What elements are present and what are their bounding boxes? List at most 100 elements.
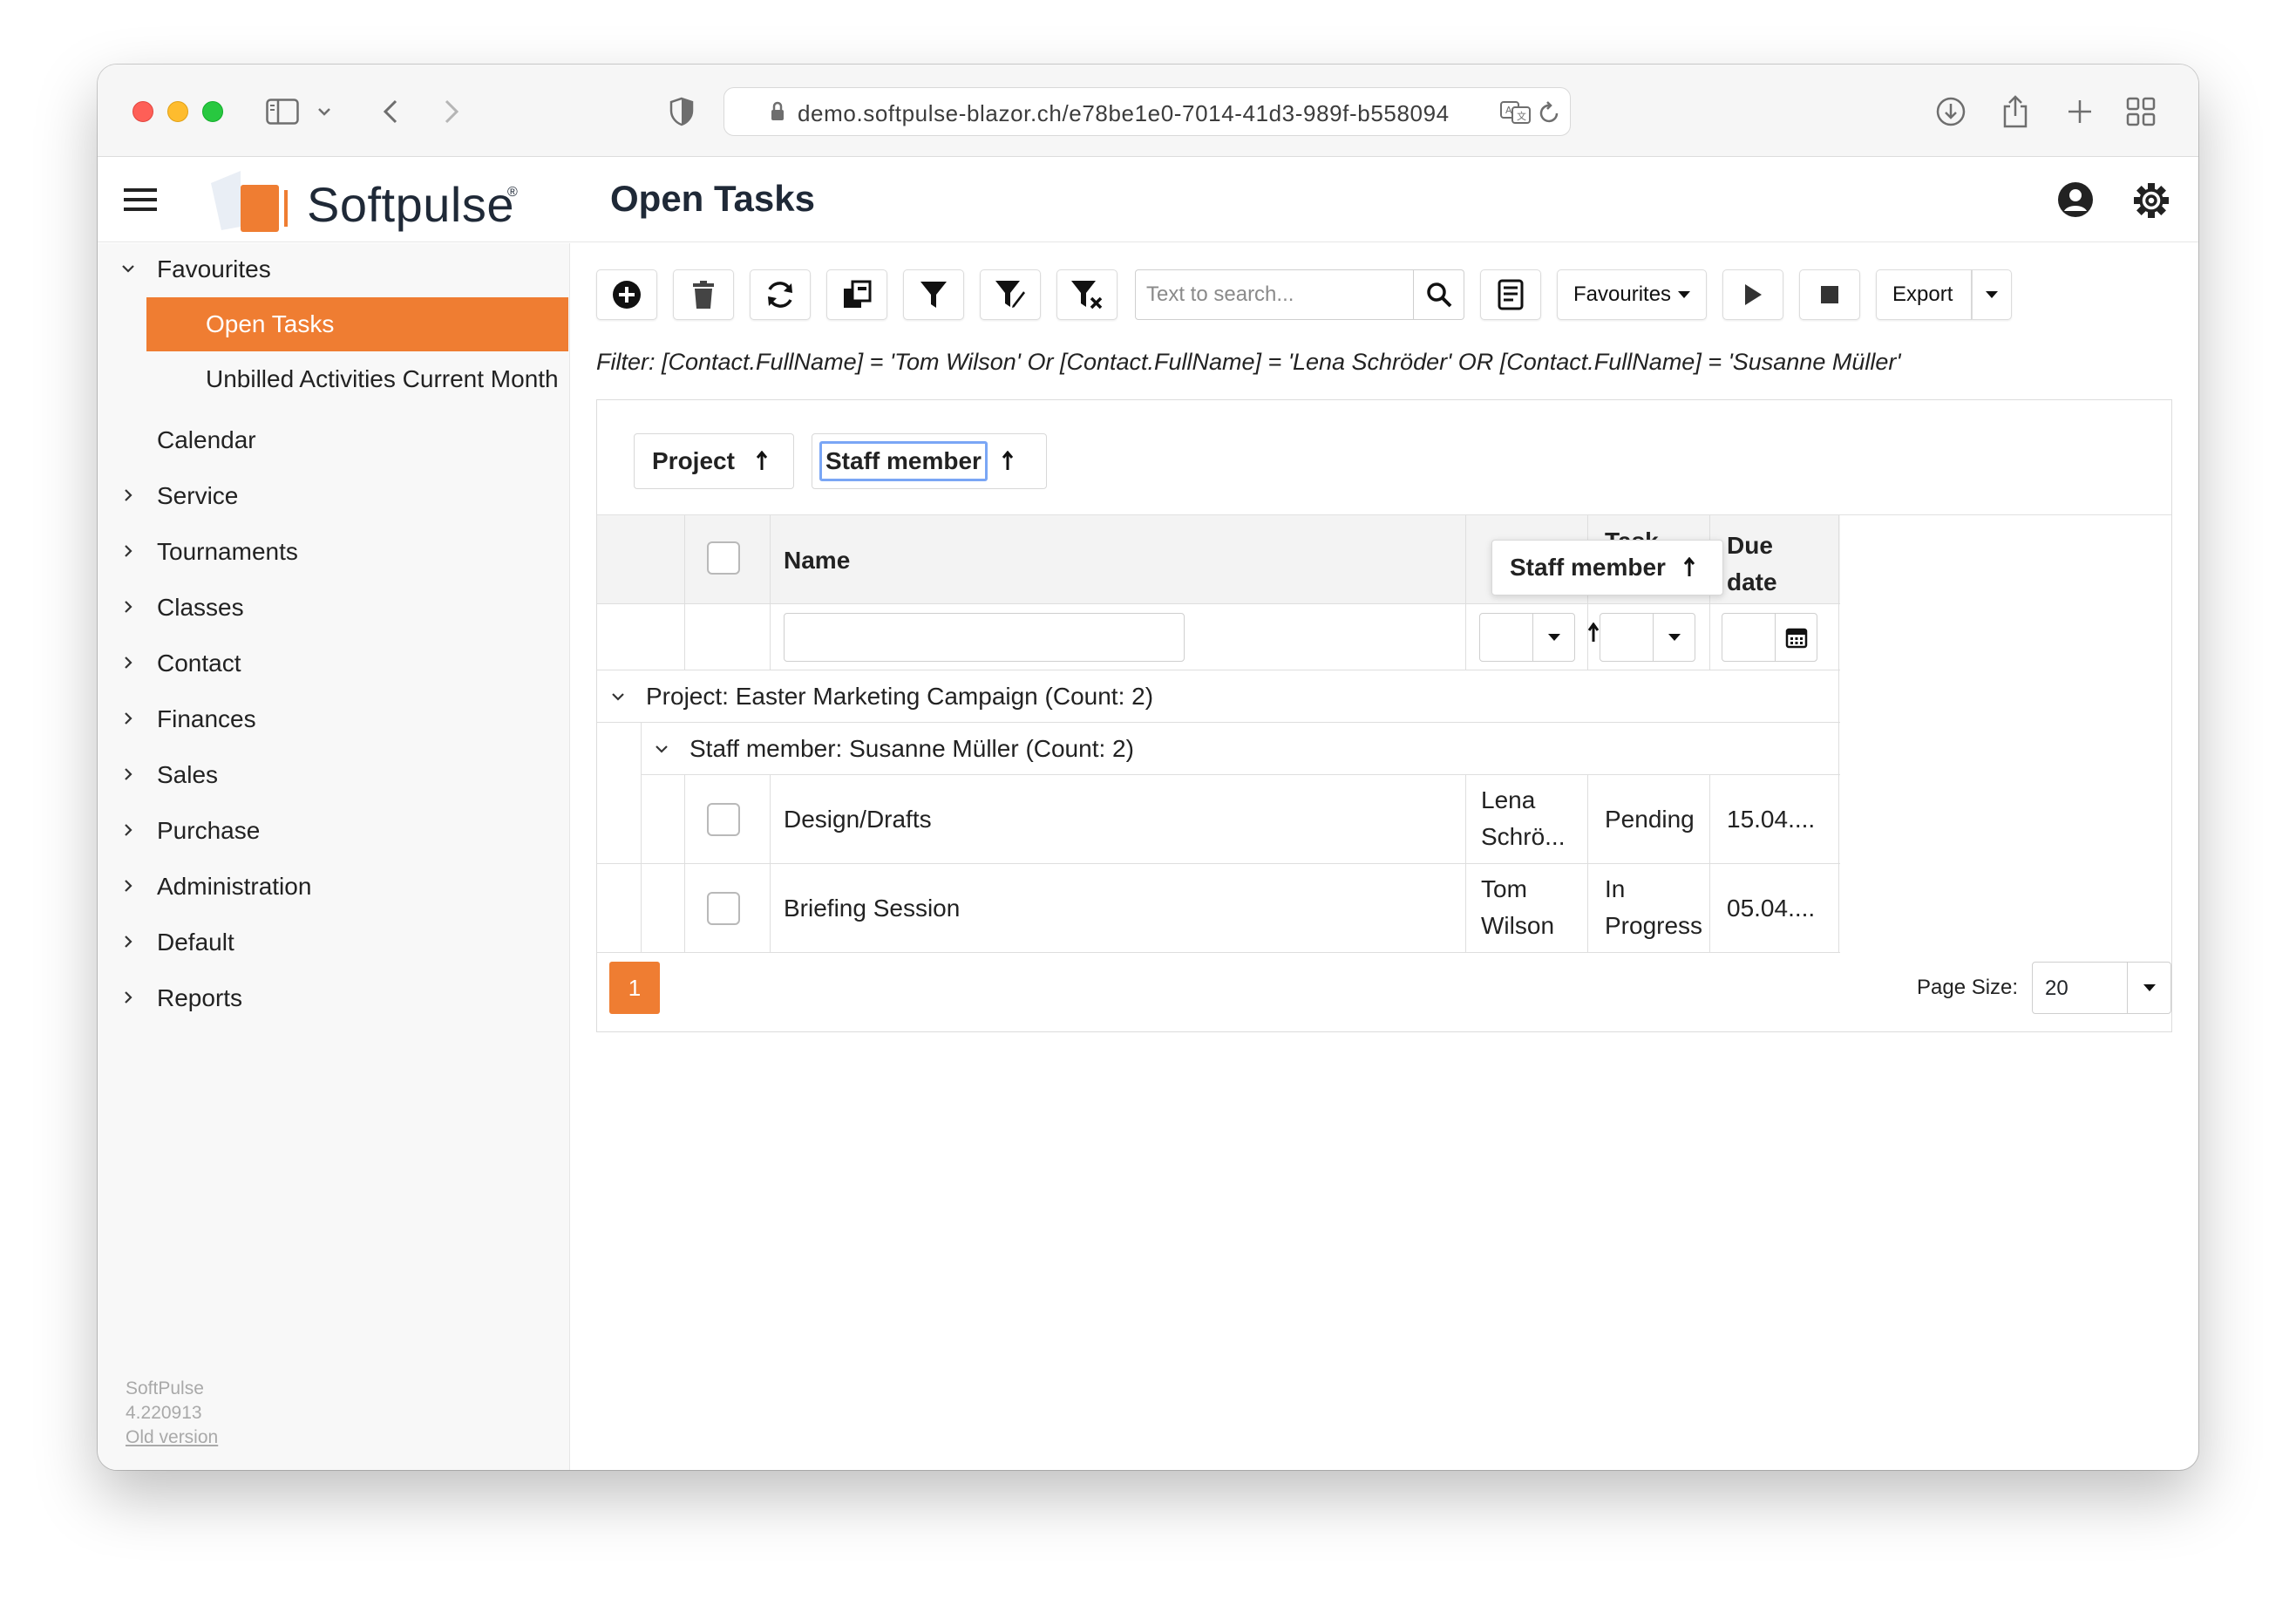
close-window-button[interactable] bbox=[132, 101, 153, 122]
chevron-right-icon bbox=[117, 707, 139, 730]
reload-icon[interactable] bbox=[1539, 100, 1561, 129]
column-header-name[interactable]: Name bbox=[784, 547, 850, 575]
search-button[interactable] bbox=[1414, 269, 1464, 320]
sidebar-item-purchase[interactable]: Purchase bbox=[98, 805, 570, 857]
stop-button[interactable] bbox=[1799, 269, 1860, 320]
shield-icon[interactable] bbox=[664, 91, 699, 133]
staff-line2: Wilson bbox=[1481, 912, 1555, 939]
filter-clear-icon bbox=[1071, 281, 1103, 310]
minimize-window-button[interactable] bbox=[167, 101, 188, 122]
group-row-project[interactable]: Project: Easter Marketing Campaign (Coun… bbox=[597, 670, 1840, 723]
sidebar-item-label: Finances bbox=[157, 705, 256, 732]
hamburger-menu-icon[interactable] bbox=[124, 187, 159, 217]
user-account-icon[interactable] bbox=[2057, 181, 2094, 222]
app-header: Softpulse ® Open Tasks bbox=[98, 157, 2198, 242]
due-date-filter-input[interactable] bbox=[1722, 613, 1817, 662]
row-checkbox[interactable] bbox=[707, 803, 740, 836]
calendar-icon[interactable] bbox=[1785, 626, 1808, 649]
sidebar-item-tournaments[interactable]: Tournaments bbox=[98, 526, 570, 578]
export-dropdown-button[interactable] bbox=[1972, 269, 2012, 320]
back-icon[interactable] bbox=[375, 91, 406, 133]
sidebar-item-administration[interactable]: Administration bbox=[98, 861, 570, 913]
sidebar-item-classes[interactable]: Classes bbox=[98, 582, 570, 634]
sidebar-toggle-icon[interactable] bbox=[263, 91, 302, 133]
chevron-down-icon[interactable] bbox=[314, 91, 335, 133]
refresh-button[interactable] bbox=[750, 269, 811, 320]
url-text: demo.softpulse-blazor.ch/e78be1e0-7014-4… bbox=[798, 100, 1450, 126]
forward-icon[interactable] bbox=[436, 91, 467, 133]
column-header-due-date[interactable]: Due date bbox=[1727, 527, 1777, 601]
layout-button[interactable] bbox=[1480, 269, 1541, 320]
group-row-staff-member[interactable]: Staff member: Susanne Müller (Count: 2) bbox=[641, 723, 1840, 775]
favourites-dropdown-button[interactable]: Favourites bbox=[1557, 269, 1707, 320]
tab-overview-icon[interactable] bbox=[2122, 91, 2160, 133]
caret-down-icon bbox=[1678, 291, 1691, 298]
status-line2: Progress bbox=[1605, 912, 1703, 939]
sidebar-item-label: Default bbox=[157, 929, 234, 956]
sidebar-item-label: Favourites bbox=[157, 255, 271, 282]
chevron-right-icon bbox=[117, 651, 139, 674]
sidebar-item-label: Classes bbox=[157, 594, 244, 621]
layout-icon bbox=[1498, 279, 1524, 310]
registered-mark: ® bbox=[507, 185, 518, 200]
name-filter-input[interactable] bbox=[784, 613, 1185, 662]
downloads-icon[interactable] bbox=[1932, 91, 1970, 133]
sort-up-icon[interactable] bbox=[756, 451, 768, 472]
task-status-filter-dropdown[interactable] bbox=[1600, 613, 1695, 662]
select-all-checkbox[interactable] bbox=[707, 541, 740, 575]
row-checkbox[interactable] bbox=[707, 892, 740, 925]
staff-filter-dropdown[interactable] bbox=[1479, 613, 1575, 662]
play-button[interactable] bbox=[1722, 269, 1783, 320]
caret-down-icon bbox=[1547, 634, 1560, 641]
sidebar-item-unbilled-activities[interactable]: Unbilled Activities Current Month bbox=[98, 353, 570, 405]
play-icon bbox=[1745, 284, 1762, 305]
page-1-button[interactable]: 1 bbox=[609, 962, 660, 1014]
sidebar-item-contact[interactable]: Contact bbox=[98, 637, 570, 690]
add-button[interactable] bbox=[596, 269, 657, 320]
address-bar[interactable]: demo.softpulse-blazor.ch/e78be1e0-7014-4… bbox=[723, 87, 1571, 136]
sidebar-item-label: Administration bbox=[157, 873, 312, 900]
share-icon[interactable] bbox=[1996, 91, 2034, 133]
sidebar-item-finances[interactable]: Finances bbox=[98, 693, 570, 745]
old-version-link[interactable]: Old version bbox=[126, 1427, 218, 1448]
sidebar-item-open-tasks[interactable]: Open Tasks bbox=[146, 297, 568, 351]
delete-button[interactable] bbox=[673, 269, 734, 320]
chevron-right-icon bbox=[117, 540, 139, 562]
chevron-down-icon[interactable] bbox=[611, 692, 625, 701]
export-button[interactable]: Export bbox=[1876, 269, 1972, 320]
sidebar-item-default[interactable]: Default bbox=[98, 916, 570, 969]
due-date-header-line1: Due bbox=[1727, 532, 1773, 559]
sidebar-item-service[interactable]: Service bbox=[98, 470, 570, 522]
search-input[interactable]: Text to search... bbox=[1135, 269, 1414, 320]
sort-up-icon bbox=[1683, 557, 1695, 576]
settings-gear-icon[interactable] bbox=[2132, 181, 2170, 224]
due-date-header-line2: date bbox=[1727, 568, 1777, 595]
dragged-column-chip[interactable]: Staff member bbox=[1491, 540, 1723, 595]
chevron-down-icon[interactable] bbox=[655, 745, 669, 753]
refresh-icon bbox=[768, 282, 792, 308]
staff-line1: Tom bbox=[1481, 875, 1527, 902]
page-size-select[interactable]: 20 bbox=[2032, 962, 2171, 1014]
column-divider bbox=[770, 515, 771, 670]
sort-up-icon[interactable] bbox=[1002, 451, 1014, 472]
filter-button[interactable] bbox=[903, 269, 964, 320]
group-row-label: Project: Easter Marketing Campaign (Coun… bbox=[646, 682, 1154, 710]
table-row[interactable]: Briefing Session Tom Wilson In Progress … bbox=[597, 864, 1840, 953]
copy-button[interactable] bbox=[826, 269, 887, 320]
group-chip-project[interactable]: Project bbox=[634, 433, 794, 489]
edit-filter-button[interactable] bbox=[980, 269, 1041, 320]
chevron-right-icon bbox=[117, 763, 139, 786]
sidebar-item-reports[interactable]: Reports bbox=[98, 972, 570, 1024]
search-icon bbox=[1426, 282, 1451, 308]
translate-icon[interactable]: A文 bbox=[1500, 100, 1532, 129]
column-divider bbox=[1465, 775, 1466, 953]
new-tab-icon[interactable] bbox=[2061, 91, 2099, 133]
table-row[interactable]: Design/Drafts Lena Schrö... Pending 15.0… bbox=[597, 775, 1840, 864]
clear-filter-button[interactable] bbox=[1056, 269, 1117, 320]
group-chip-staff-member[interactable]: Staff member bbox=[812, 433, 1047, 489]
sidebar-item-calendar[interactable]: Calendar bbox=[98, 414, 570, 466]
sidebar-item-sales[interactable]: Sales bbox=[98, 749, 570, 801]
sidebar-item-favourites[interactable]: Favourites bbox=[98, 243, 570, 296]
due-date-cell: 15.04.... bbox=[1727, 806, 1816, 833]
zoom-window-button[interactable] bbox=[202, 101, 223, 122]
